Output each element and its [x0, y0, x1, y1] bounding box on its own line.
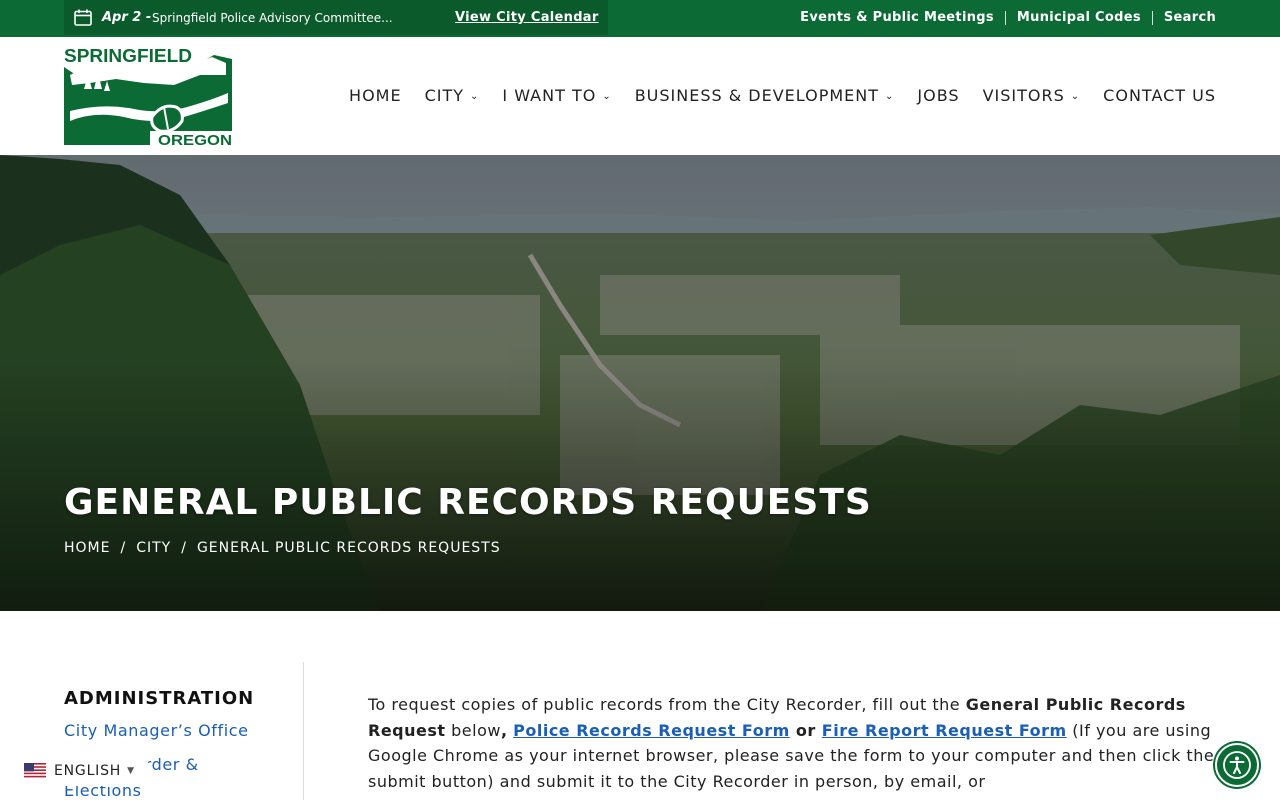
events-meetings-link[interactable]: Events & Public Meetings [800, 10, 994, 25]
nav-contact-us[interactable]: CONTACT US [1103, 86, 1216, 105]
nav-label: CONTACT US [1103, 86, 1216, 105]
calendar-icon [74, 9, 92, 26]
paragraph-text: To request copies of public records from… [368, 695, 966, 714]
utility-nav: Events & Public Meetings Municipal Codes… [800, 10, 1216, 25]
chevron-down-icon: ⌄ [885, 91, 895, 102]
language-label: ENGLISH [54, 763, 122, 779]
nav-label: BUSINESS & DEVELOPMENT [634, 86, 880, 105]
event-alert[interactable]: Apr 2 - Springfield Police Advisory Comm… [64, 0, 608, 35]
view-calendar-link[interactable]: View City Calendar [455, 10, 599, 25]
search-link[interactable]: Search [1164, 10, 1216, 25]
nav-home[interactable]: HOME [349, 86, 402, 105]
fire-report-request-link[interactable]: Fire Report Request Form [822, 721, 1067, 740]
nav-visitors[interactable]: VISITORS ⌄ [983, 86, 1081, 105]
sidebar-heading: ADMINISTRATION [64, 688, 255, 709]
language-selector[interactable]: ENGLISH ▼ [18, 756, 148, 786]
us-flag-icon [24, 763, 46, 779]
emphasis-text: , [500, 720, 508, 740]
chevron-down-icon: ⌄ [1070, 91, 1081, 102]
nav-business-development[interactable]: BUSINESS & DEVELOPMENT ⌄ [635, 86, 895, 105]
accessibility-button[interactable] [1215, 743, 1259, 787]
municipal-codes-link[interactable]: Municipal Codes [1017, 10, 1141, 25]
breadcrumb-separator: / [120, 540, 127, 556]
nav-jobs[interactable]: JOBS [917, 86, 959, 105]
alert-text[interactable]: Springfield Police Advisory Committee... [152, 11, 410, 25]
springfield-logo[interactable]: SPRINGFIELD OREGON [64, 45, 234, 149]
main-nav: HOME CITY ⌄ I WANT TO ⌄ BUSINESS & DEVELOP… [349, 86, 1216, 105]
svg-text:SPRINGFIELD: SPRINGFIELD [64, 46, 192, 66]
paragraph-text: below [445, 720, 501, 740]
alert-date: Apr 2 - [102, 10, 152, 25]
svg-text:OREGON: OREGON [158, 132, 232, 149]
emphasis-text: or [789, 720, 822, 740]
site-header: SPRINGFIELD OREGON HOME CITY ⌄ I WANT TO ⌄… [0, 37, 1280, 155]
nav-label: VISITORS [982, 86, 1065, 105]
nav-label: I WANT TO [502, 86, 597, 105]
utility-bar: Apr 2 - Springfield Police Advisory Comm… [0, 0, 1280, 37]
intro-paragraph: To request copies of public records from… [368, 692, 1218, 794]
divider [303, 662, 304, 800]
nav-label: HOME [349, 86, 402, 105]
breadcrumb-current: GENERAL PUBLIC RECORDS REQUESTS [196, 540, 501, 556]
nav-label: CITY [424, 86, 465, 105]
hero-banner: GENERAL PUBLIC RECORDS REQUESTS HOME / C… [0, 155, 1280, 611]
divider [1151, 10, 1153, 25]
accessibility-icon [1223, 751, 1251, 779]
breadcrumb-home[interactable]: HOME [64, 540, 110, 556]
police-records-request-link[interactable]: Police Records Request Form [513, 721, 790, 740]
page-title: GENERAL PUBLIC RECORDS REQUESTS [64, 482, 872, 523]
caret-down-icon: ▼ [127, 766, 135, 776]
breadcrumb-city[interactable]: CITY [136, 540, 171, 556]
nav-city[interactable]: CITY ⌄ [425, 86, 480, 105]
sidebar-item-city-managers-office[interactable]: City Manager’s Office [64, 721, 304, 740]
chevron-down-icon: ⌄ [602, 91, 612, 102]
divider [1004, 10, 1006, 25]
chevron-down-icon: ⌄ [470, 91, 480, 102]
nav-label: JOBS [917, 86, 960, 105]
breadcrumb: HOME / CITY / GENERAL PUBLIC RECORDS REQ… [64, 540, 501, 556]
nav-i-want-to[interactable]: I WANT TO ⌄ [502, 86, 611, 105]
breadcrumb-separator: / [181, 540, 187, 556]
